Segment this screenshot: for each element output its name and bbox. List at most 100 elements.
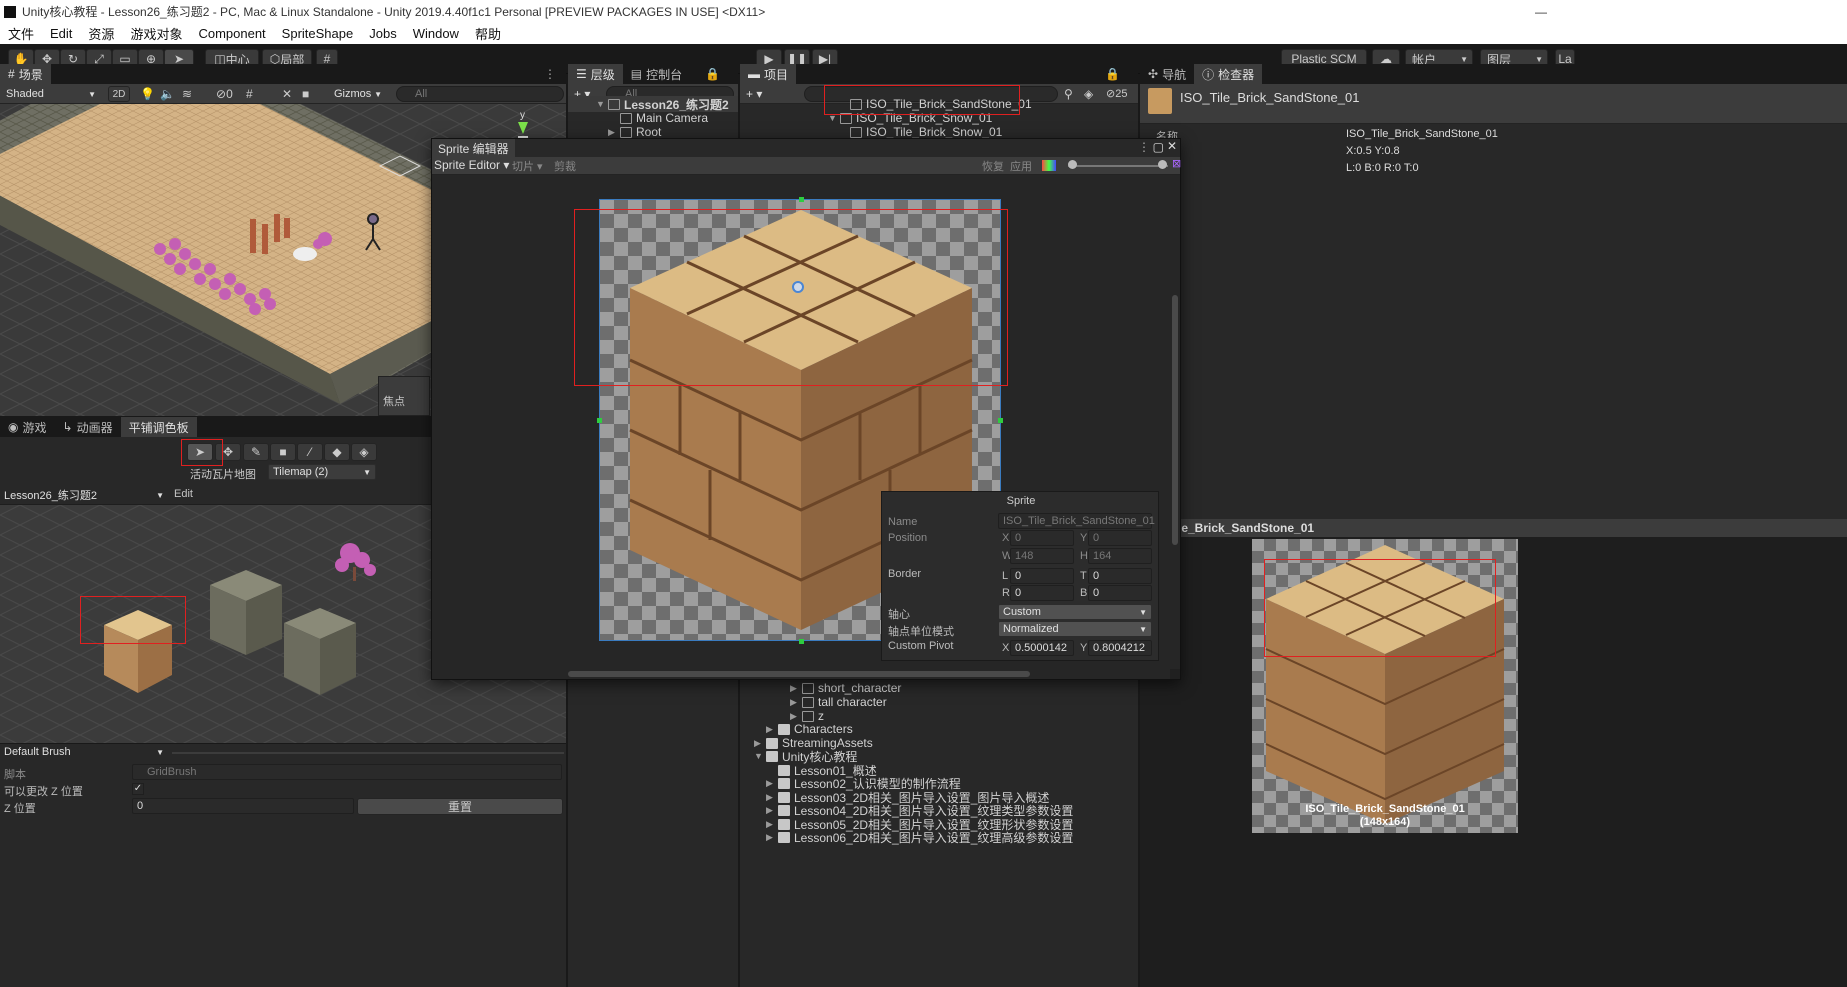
zoom-slider[interactable]: [1068, 165, 1168, 167]
menu-assets[interactable]: 资源: [88, 24, 114, 43]
tab-animator[interactable]: ↳ 动画器: [55, 417, 121, 437]
edit-palette-button[interactable]: Edit: [174, 488, 193, 500]
chevron-right-icon[interactable]: ▶: [766, 819, 778, 830]
menu-component[interactable]: Component: [198, 26, 265, 41]
z-position-field[interactable]: 0: [132, 798, 354, 814]
splitter[interactable]: [172, 752, 564, 754]
apply-button[interactable]: 应用: [1010, 158, 1032, 174]
hidden-packages-icon[interactable]: ⊘25: [1106, 87, 1127, 100]
chevron-right-icon[interactable]: ▶: [790, 697, 802, 708]
maximize-icon[interactable]: ▢: [1153, 140, 1164, 154]
gizmos-dropdown[interactable]: Gizmos ▼: [330, 86, 386, 102]
tools-icon[interactable]: ✕: [282, 87, 292, 101]
sprite-name-field[interactable]: ISO_Tile_Brick_SandStone_01: [998, 513, 1155, 529]
chevron-right-icon[interactable]: ▶: [766, 724, 778, 735]
filter-label-icon[interactable]: ◈: [1084, 87, 1093, 101]
pivot-unit-dropdown[interactable]: Normalized ▼: [998, 621, 1152, 637]
audio-icon[interactable]: 🔈: [160, 87, 175, 101]
menu-file[interactable]: 文件: [8, 24, 34, 43]
horizontal-scrollbar[interactable]: [432, 669, 1170, 679]
camera-icon[interactable]: ■: [302, 87, 309, 101]
mode-2d-toggle[interactable]: 2D: [108, 86, 130, 102]
effects-icon[interactable]: ≋: [182, 87, 192, 101]
lightbulb-icon[interactable]: 💡: [140, 87, 155, 101]
chevron-right-icon[interactable]: ▶: [766, 832, 778, 843]
more-icon[interactable]: ⋮: [544, 67, 556, 81]
lock-icon[interactable]: 🔒: [1105, 67, 1120, 81]
filter-type-icon[interactable]: ⚲: [1064, 87, 1073, 101]
menu-jobs[interactable]: Jobs: [369, 26, 396, 41]
menu-window[interactable]: Window: [413, 26, 459, 41]
minimize-button[interactable]: —: [1535, 5, 1547, 19]
tab-tile-palette[interactable]: 平铺调色板: [120, 417, 197, 437]
can-change-z-checkbox[interactable]: ✓: [132, 783, 144, 795]
zoom-slider-handle[interactable]: [1068, 160, 1077, 169]
preview-caption: ISO_Tile_Brick_SandStone_01 (148x164): [1305, 803, 1465, 828]
handle-left[interactable]: [597, 418, 602, 423]
active-tilemap-dropdown[interactable]: Tilemap (2) ▼: [268, 464, 376, 480]
border-t-field[interactable]: 0: [1088, 568, 1152, 584]
chevron-right-icon[interactable]: ▶: [608, 127, 620, 138]
color-channel-icon[interactable]: [1042, 160, 1056, 171]
scene-search-input[interactable]: All: [396, 86, 564, 102]
tab-scene[interactable]: # 场景: [0, 64, 51, 84]
add-icon[interactable]: + ▾: [746, 87, 762, 101]
trim-button[interactable]: 剪裁: [554, 158, 576, 174]
sprite-editor-mode-dropdown[interactable]: Sprite Editor ▾: [434, 158, 509, 172]
sprite-editor-tab[interactable]: Sprite 编辑器: [432, 139, 515, 157]
close-icon[interactable]: ✕: [1167, 139, 1177, 153]
mip-slider-handle[interactable]: [1158, 160, 1167, 169]
chevron-right-icon[interactable]: ▶: [766, 792, 778, 803]
border-b-field[interactable]: 0: [1088, 585, 1152, 601]
chevron-right-icon[interactable]: ▶: [766, 805, 778, 816]
tab-project[interactable]: ▬ 项目: [740, 64, 797, 84]
chevron-right-icon[interactable]: ▶: [790, 683, 802, 694]
revert-button[interactable]: 恢复: [982, 158, 1004, 174]
tab-console[interactable]: ▤ 控制台: [623, 64, 690, 84]
chevron-right-icon[interactable]: ▶: [790, 711, 802, 722]
pivot-y-field[interactable]: 0.8004212: [1088, 640, 1152, 656]
palette-dropdown[interactable]: Lesson26_练习题2 ▼: [0, 487, 168, 503]
pivot-dropdown[interactable]: Custom ▼: [998, 604, 1152, 620]
chevron-right-icon[interactable]: ▶: [754, 738, 766, 749]
vertical-scroll-thumb[interactable]: [1172, 295, 1178, 545]
tab-hierarchy[interactable]: ☰ 层级: [568, 64, 623, 84]
focus-overlay[interactable]: 焦点: [378, 376, 430, 416]
menu-edit[interactable]: Edit: [50, 26, 72, 41]
slice-dropdown[interactable]: 切片 ▾: [512, 158, 543, 174]
tab-inspector[interactable]: ⓘ 检查器: [1194, 64, 1263, 84]
tab-navigation[interactable]: ✣ 导航: [1140, 64, 1194, 84]
pos-x-field[interactable]: 0: [1010, 530, 1074, 546]
folder-lesson06[interactable]: ▶ Lesson06_2D相关_图片导入设置_纹理高级参数设置: [766, 829, 1073, 845]
more-icon[interactable]: ⋮: [1138, 140, 1150, 154]
picker-icon[interactable]: ⁄: [297, 443, 323, 461]
tab-game[interactable]: ◉ 游戏: [0, 417, 55, 437]
menu-help[interactable]: 帮助: [475, 24, 501, 43]
grid-toggle-icon[interactable]: #: [246, 87, 253, 101]
lock-icon[interactable]: 🔒: [705, 67, 720, 81]
chevron-down-icon[interactable]: ▼: [596, 99, 608, 109]
chevron-right-icon[interactable]: ▶: [766, 778, 778, 789]
hidden-objects-icon[interactable]: ⊘0: [216, 87, 233, 101]
width-field[interactable]: 148: [1010, 548, 1074, 564]
reset-button[interactable]: 重置: [357, 798, 563, 815]
height-field[interactable]: 164: [1088, 548, 1152, 564]
shading-dropdown[interactable]: Shaded ▼: [2, 86, 100, 102]
vertical-scrollbar[interactable]: [1170, 175, 1180, 669]
box-fill-icon[interactable]: ■: [270, 443, 296, 461]
handle-bottom[interactable]: [799, 639, 804, 644]
pivot-x-field[interactable]: 0.5000142: [1010, 640, 1074, 656]
handle-right[interactable]: [998, 418, 1003, 423]
pos-y-field[interactable]: 0: [1088, 530, 1152, 546]
fill-icon[interactable]: ◈: [351, 443, 377, 461]
menu-gameobject[interactable]: 游戏对象: [130, 24, 182, 43]
eraser-icon[interactable]: ◆: [324, 443, 350, 461]
paint-brush-icon[interactable]: ✎: [243, 443, 269, 461]
menu-spriteshape[interactable]: SpriteShape: [282, 26, 354, 41]
brush-dropdown[interactable]: Default Brush ▼: [0, 744, 168, 760]
horizontal-scroll-thumb[interactable]: [568, 671, 1030, 677]
border-l-field[interactable]: 0: [1010, 568, 1074, 584]
border-r-field[interactable]: 0: [1010, 585, 1074, 601]
handle-top[interactable]: [799, 197, 804, 202]
chevron-down-icon[interactable]: ▼: [754, 751, 766, 761]
